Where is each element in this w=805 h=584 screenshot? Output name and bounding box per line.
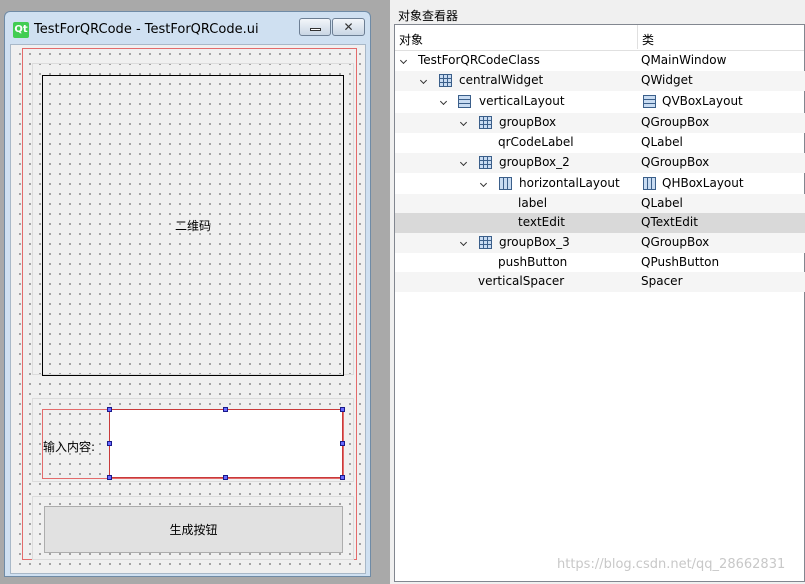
tree-row-horizontallayout[interactable]: horizontalLayout QHBoxLayout	[395, 174, 805, 194]
tree-row-name: textEdit	[518, 215, 565, 229]
resize-handle-sw[interactable]	[107, 475, 112, 480]
tree-row-testforqrcodeclass[interactable]: TestForQRCodeClass QMainWindow	[395, 51, 805, 71]
tree-row-name: pushButton	[498, 255, 568, 269]
tree-row-class: QVBoxLayout	[662, 94, 743, 108]
tree-row-name: qrCodeLabel	[498, 135, 574, 149]
tree-row-label[interactable]: label QLabel	[395, 194, 805, 214]
tree-row-class: QHBoxLayout	[662, 176, 744, 190]
form-titlebar[interactable]: Qt TestForQRCode - TestForQRCode.ui ✕	[5, 12, 370, 44]
object-inspector: 对象查看器 对象 类 TestForQRCodeClass QMainWindo…	[390, 0, 805, 584]
tree-row-name: horizontalLayout	[519, 176, 620, 190]
vbox-layout-icon	[458, 95, 471, 108]
watermark-text: https://blog.csdn.net/qq_28662831	[557, 557, 786, 572]
resize-handle-ne[interactable]	[340, 407, 345, 412]
tree-row-class: QWidget	[641, 73, 693, 87]
tree-row-class: QGroupBox	[641, 115, 710, 129]
tree-row-name: verticalSpacer	[478, 274, 565, 288]
object-tree[interactable]: 对象 类 TestForQRCodeClass QMainWindow cent…	[394, 24, 805, 582]
hbox-layout-icon	[499, 177, 512, 190]
tree-row-name: groupBox_2	[499, 155, 570, 169]
resize-handle-w[interactable]	[107, 441, 112, 446]
minimize-icon	[309, 27, 321, 31]
chevron-down-icon[interactable]	[459, 118, 468, 127]
resize-handle-se[interactable]	[340, 475, 345, 480]
tree-row-name: centralWidget	[459, 73, 544, 87]
close-button[interactable]: ✕	[332, 18, 365, 36]
tree-row-groupbox[interactable]: groupBox QGroupBox	[395, 113, 805, 133]
tree-row-name: groupBox_3	[499, 235, 570, 249]
qt-logo-icon: Qt	[13, 22, 29, 38]
generate-button-label: 生成按钮	[169, 523, 218, 537]
chevron-down-icon[interactable]	[459, 158, 468, 167]
vbox-layout-icon	[643, 95, 656, 108]
tree-row-class: QLabel	[641, 135, 683, 149]
tree-row-groupbox-3[interactable]: groupBox_3 QGroupBox	[395, 233, 805, 253]
tree-header: 对象 类	[395, 25, 804, 51]
form-canvas[interactable]: 二维码 输入内容: 生成按钮	[10, 44, 366, 574]
grid-layout-icon	[439, 74, 452, 87]
grid-layout-icon	[479, 236, 492, 249]
tree-row-name: TestForQRCodeClass	[418, 53, 540, 67]
chevron-down-icon[interactable]	[399, 56, 408, 65]
resize-handle-s[interactable]	[223, 475, 228, 480]
tree-row-class: QGroupBox	[641, 235, 710, 249]
hbox-layout-icon	[643, 177, 656, 190]
resize-handle-n[interactable]	[223, 407, 228, 412]
form-editor-window: Qt TestForQRCode - TestForQRCode.ui ✕ 二维…	[4, 11, 371, 577]
tree-row-centralwidget[interactable]: centralWidget QWidget	[395, 71, 805, 91]
chevron-down-icon[interactable]	[459, 238, 468, 247]
text-edit-field[interactable]	[109, 409, 343, 478]
chevron-down-icon[interactable]	[479, 179, 488, 188]
tree-row-groupbox-2[interactable]: groupBox_2 QGroupBox	[395, 153, 805, 173]
tree-row-class: QLabel	[641, 196, 683, 210]
grid-layout-icon	[479, 156, 492, 169]
tree-row-class: Spacer	[641, 274, 683, 288]
chevron-down-icon[interactable]	[439, 97, 448, 106]
tree-row-pushbutton[interactable]: pushButton QPushButton	[395, 253, 805, 273]
column-divider[interactable]	[637, 25, 638, 49]
tree-row-class: QMainWindow	[641, 53, 727, 67]
tree-row-verticalspacer[interactable]: verticalSpacer Spacer	[395, 272, 805, 292]
tree-row-textedit[interactable]: textEdit QTextEdit	[395, 213, 805, 233]
input-label[interactable]: 输入内容:	[43, 438, 95, 455]
tree-row-name: groupBox	[499, 115, 557, 129]
generate-push-button[interactable]: 生成按钮	[44, 506, 343, 553]
form-window-title: TestForQRCode - TestForQRCode.ui	[34, 22, 259, 37]
tree-row-class: QPushButton	[641, 255, 720, 269]
column-header-class[interactable]: 类	[642, 31, 654, 48]
qr-code-label[interactable]: 二维码	[42, 75, 344, 376]
tree-row-class: QGroupBox	[641, 155, 710, 169]
column-header-object[interactable]: 对象	[399, 31, 423, 48]
tree-row-class: QTextEdit	[641, 215, 698, 229]
resize-handle-nw[interactable]	[107, 407, 112, 412]
tree-row-verticallayout[interactable]: verticalLayout QVBoxLayout	[395, 92, 805, 112]
tree-row-name: verticalLayout	[479, 94, 565, 108]
tree-row-qrcodelabel[interactable]: qrCodeLabel QLabel	[395, 133, 805, 153]
close-icon: ✕	[343, 20, 354, 34]
resize-handle-e[interactable]	[340, 441, 345, 446]
qr-code-label-text: 二维码	[174, 219, 211, 233]
minimize-button[interactable]	[299, 18, 331, 36]
chevron-down-icon[interactable]	[419, 76, 428, 85]
grid-layout-icon	[479, 116, 492, 129]
object-inspector-title: 对象查看器	[398, 9, 459, 23]
tree-row-name: label	[518, 196, 548, 210]
